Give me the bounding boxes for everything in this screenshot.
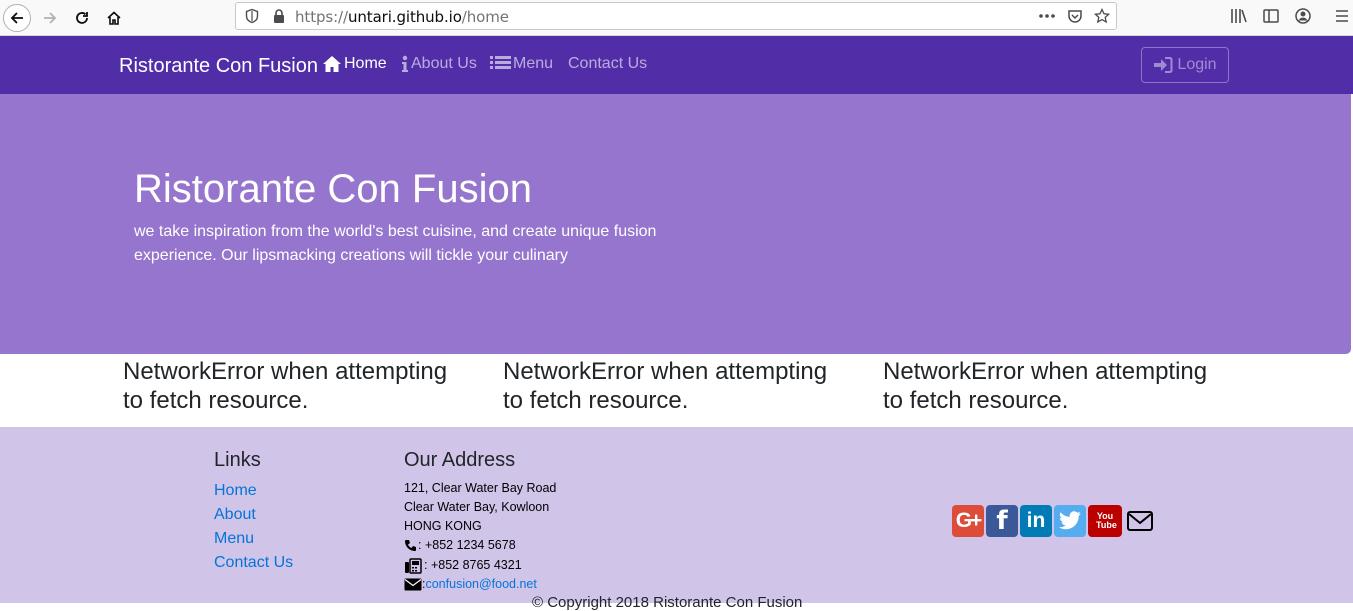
reload-icon [76,12,88,24]
home-icon [323,56,341,72]
youtube-glyph: You Tube [1096,511,1117,530]
pocket-icon[interactable] [1067,8,1083,24]
arrow-right-icon [44,12,57,24]
arrow-left-icon [10,12,23,24]
nav-item-contact[interactable]: Contact Us [568,55,647,73]
footer-links-heading: Links [214,449,261,471]
google-plus-glyph: G+ [955,509,983,532]
address-line: 121, Clear Water Bay Road [404,481,557,495]
footer-link-menu[interactable]: Menu [214,530,254,548]
home-icon [107,11,121,25]
lock-icon[interactable] [272,8,286,24]
navbar-brand[interactable]: Ristorante Con Fusion [119,55,318,78]
fax-icon [405,557,422,574]
mail-button[interactable] [1124,505,1156,537]
info-icon [402,55,408,72]
url-path: /home [461,8,509,26]
menu-icon[interactable] [1334,7,1350,25]
phone-number: : +852 1234 5678 [418,538,516,552]
home-button[interactable] [100,4,128,32]
email-line: : confusion@food.net [404,575,537,594]
fax-number: : +852 8765 4321 [424,558,522,572]
login-label: Login [1177,56,1217,73]
address-line: HONG KONG [404,519,482,533]
google-plus-icon[interactable]: G+ [952,505,984,537]
envelope-icon [1127,511,1153,531]
forward-button[interactable] [36,4,64,32]
nav-item-home[interactable]: Home [322,55,387,73]
footer-address-heading: Our Address [404,449,516,471]
facebook-glyph: f [996,506,1008,536]
nav-item-label: About Us [411,55,477,72]
linkedin-glyph: in [1026,509,1046,532]
login-button[interactable]: Login [1141,47,1229,83]
twitter-bird-icon [1059,511,1081,530]
jumbotron: Ristorante Con Fusion we take inspiratio… [0,94,1351,354]
youtube-icon[interactable]: You Tube [1088,505,1122,537]
sidebar-icon[interactable] [1262,7,1280,25]
twitter-icon[interactable] [1054,505,1086,537]
error-message: NetworkError when attempting to fetch re… [503,358,828,414]
envelope-icon [404,578,422,591]
linkedin-icon[interactable]: in [1020,505,1052,537]
site-navbar: Ristorante Con Fusion Home About Us Menu… [0,36,1353,94]
nav-item-label: Home [344,55,387,72]
jumbotron-title: Ristorante Con Fusion [134,167,532,211]
fax-line: : +852 8765 4321 [404,556,522,575]
error-message: NetworkError when attempting to fetch re… [123,358,448,414]
sign-in-icon [1154,57,1173,73]
nav-item-about[interactable]: About Us [401,55,477,73]
address-line: Clear Water Bay, Kowloon [404,500,550,514]
facebook-icon[interactable]: f [986,505,1018,537]
back-button[interactable] [3,4,31,32]
url-text: https://untari.github.io/home [295,8,509,26]
phone-line: : +852 1234 5678 [404,536,516,555]
email-link[interactable]: confusion@food.net [425,575,536,594]
browser-toolbar: https://untari.github.io/home [0,0,1353,36]
nav-item-label: Menu [513,55,554,72]
url-scheme: https:// [295,8,348,26]
account-icon[interactable] [1294,7,1312,25]
list-icon [490,56,511,69]
library-icon[interactable] [1230,7,1248,25]
footer-link-home[interactable]: Home [214,482,257,500]
nav-item-menu[interactable]: Menu [490,55,553,73]
error-message: NetworkError when attempting to fetch re… [883,358,1208,414]
reload-button[interactable] [68,4,96,32]
bookmark-star-icon[interactable] [1094,8,1110,24]
more-actions-icon[interactable] [1038,13,1056,19]
footer-link-contact[interactable]: Contact Us [214,554,293,572]
shield-icon[interactable] [244,8,260,24]
footer-link-about[interactable]: About [214,506,256,524]
url-bar[interactable]: https://untari.github.io/home [235,2,1117,30]
phone-icon [405,540,416,551]
nav-item-label: Contact Us [568,55,648,72]
url-host: untari.github.io [347,8,462,26]
jumbotron-text: we take inspiration from the world's bes… [134,223,657,264]
